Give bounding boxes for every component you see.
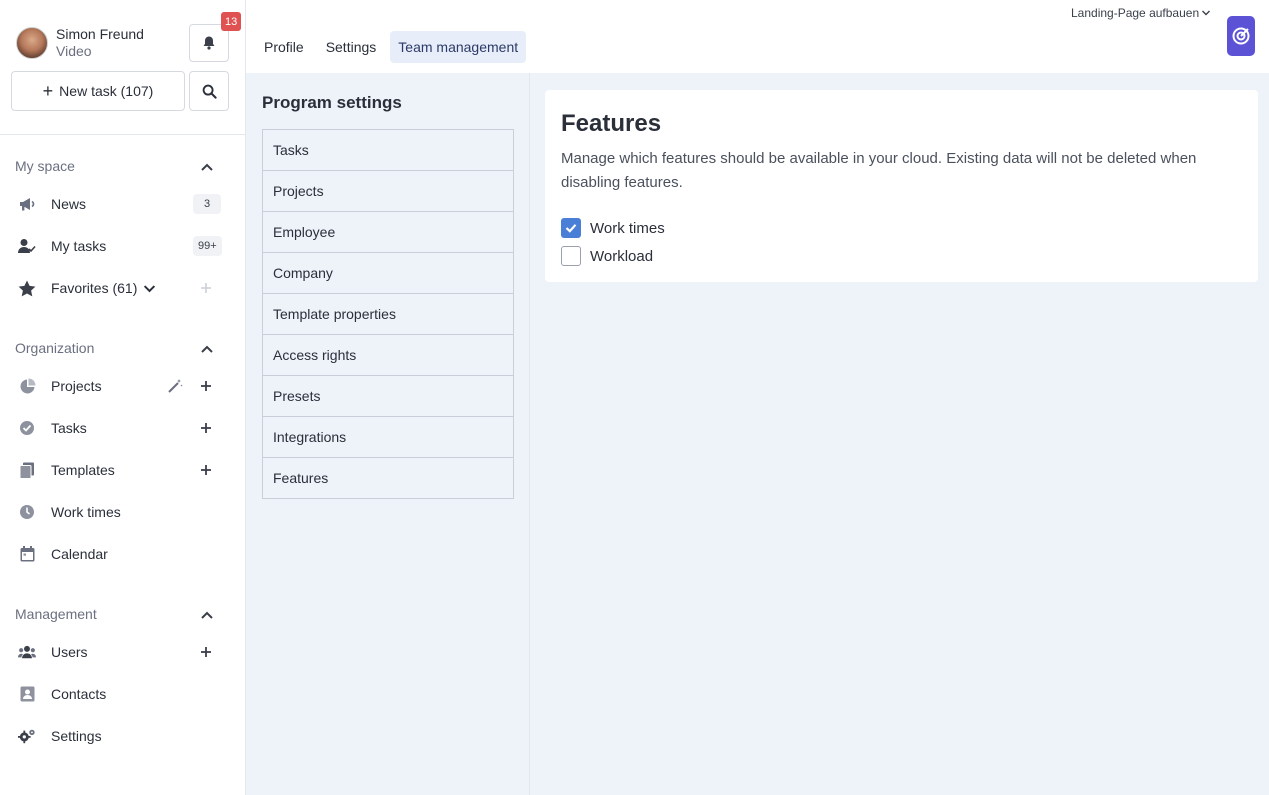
sidebar-item-label: Projects <box>51 378 102 394</box>
user-profile[interactable]: Simon Freund Video <box>16 26 144 60</box>
pie-chart-icon <box>18 377 36 395</box>
feature-option-work-times[interactable]: Work times <box>561 218 665 238</box>
settings-item-projects[interactable]: Projects <box>263 171 513 212</box>
search-icon <box>202 84 217 99</box>
sidebar-item-label: Settings <box>51 728 102 744</box>
sidebar-item-label: Contacts <box>51 686 107 702</box>
workload-label: Workload <box>590 247 654 265</box>
check-circle-icon <box>18 419 36 437</box>
tab-settings[interactable]: Settings <box>318 31 385 63</box>
user-check-icon <box>18 237 36 255</box>
sidebar-item-tasks[interactable]: Tasks <box>0 410 246 446</box>
gears-icon <box>18 727 36 745</box>
sidebar-item-favorites[interactable]: Favorites (61) <box>0 270 246 306</box>
star-icon <box>18 279 36 297</box>
sidebar-item-label: Users <box>51 644 88 660</box>
chevron-down-icon <box>1202 10 1211 16</box>
logo-icon <box>1232 27 1250 45</box>
settings-item-integrations[interactable]: Integrations <box>263 417 513 458</box>
work-times-checkbox[interactable] <box>561 218 581 238</box>
sidebar-item-label: News <box>51 196 87 212</box>
workload-checkbox[interactable] <box>561 246 581 266</box>
main-content: Program settings Tasks Projects Employee… <box>246 73 1269 795</box>
sidebar-item-users[interactable]: Users <box>0 634 246 670</box>
divider <box>0 134 246 135</box>
features-title: Features <box>561 110 662 137</box>
app-logo[interactable] <box>1227 16 1255 56</box>
settings-item-presets[interactable]: Presets <box>263 376 513 417</box>
magic-wand-icon[interactable] <box>167 378 183 394</box>
avatar[interactable] <box>16 27 48 59</box>
chevron-up-icon[interactable] <box>199 159 215 175</box>
settings-item-employee[interactable]: Employee <box>263 212 513 253</box>
sidebar-item-label: Work times <box>51 504 121 520</box>
chevron-up-icon[interactable] <box>199 341 215 357</box>
program-settings-list: Tasks Projects Employee Company Template… <box>262 129 514 499</box>
sidebar-item-settings[interactable]: Settings <box>0 718 246 754</box>
add-user-button[interactable] <box>198 644 214 660</box>
sidebar-item-label: Calendar <box>51 546 108 562</box>
clock-icon <box>18 503 36 521</box>
users-icon <box>18 643 36 661</box>
settings-item-access-rights[interactable]: Access rights <box>263 335 513 376</box>
project-name: Landing-Page aufbauen <box>1071 6 1200 20</box>
new-task-button[interactable]: + New task (107) <box>11 71 185 111</box>
section-title-organization: Organization <box>15 340 95 356</box>
megaphone-icon <box>18 195 36 213</box>
sidebar-item-label: My tasks <box>51 238 107 254</box>
add-task-button[interactable] <box>198 420 214 436</box>
sidebar-item-calendar[interactable]: Calendar <box>0 536 246 572</box>
chevron-down-icon[interactable] <box>143 282 156 295</box>
add-project-button[interactable] <box>198 378 214 394</box>
program-settings-title: Program settings <box>262 93 402 112</box>
section-title-my-space: My space <box>15 158 75 174</box>
features-card: Features Manage which features should be… <box>545 90 1258 282</box>
sidebar-item-contacts[interactable]: Contacts <box>0 676 246 712</box>
sidebar-item-news[interactable]: News 3 <box>0 186 246 222</box>
notification-badge: 13 <box>221 12 242 31</box>
count-badge: 3 <box>193 194 221 214</box>
sidebar-item-label: Favorites (61) <box>51 280 138 296</box>
new-task-label: New task (107) <box>59 83 154 99</box>
copy-icon <box>18 461 36 479</box>
settings-item-tasks[interactable]: Tasks <box>263 130 513 171</box>
sidebar-item-label: Templates <box>51 462 115 478</box>
sidebar: Simon Freund Video 13 + New task (107) M… <box>0 0 246 795</box>
user-subtitle: Video <box>56 43 92 59</box>
plus-icon: + <box>42 81 54 101</box>
tab-profile[interactable]: Profile <box>256 31 312 63</box>
chevron-up-icon[interactable] <box>199 607 215 623</box>
tab-team-management[interactable]: Team management <box>390 31 527 63</box>
contact-card-icon <box>18 685 36 703</box>
program-settings-panel: Program settings Tasks Projects Employee… <box>246 73 530 795</box>
features-description: Manage which features should be availabl… <box>561 150 1197 191</box>
tab-bar: Profile Settings Team management <box>256 31 527 63</box>
count-badge: 99+ <box>193 236 222 256</box>
sidebar-item-templates[interactable]: Templates <box>0 452 246 488</box>
calendar-icon <box>18 545 36 563</box>
user-name: Simon Freund <box>56 26 144 42</box>
search-button[interactable] <box>189 71 229 111</box>
settings-item-company[interactable]: Company <box>263 253 513 294</box>
settings-item-template-properties[interactable]: Template properties <box>263 294 513 335</box>
section-title-management: Management <box>15 606 97 622</box>
settings-item-features[interactable]: Features <box>263 458 513 498</box>
checkmark-icon <box>565 224 577 233</box>
top-bar: Profile Settings Team management Landing… <box>246 0 1269 73</box>
add-template-button[interactable] <box>198 462 214 478</box>
feature-option-workload[interactable]: Workload <box>561 246 653 266</box>
sidebar-item-work-times[interactable]: Work times <box>0 494 246 530</box>
bell-icon <box>203 36 215 50</box>
add-favorite-button[interactable] <box>198 280 214 296</box>
project-selector[interactable]: Landing-Page aufbauen <box>1071 6 1211 20</box>
work-times-label: Work times <box>590 219 665 237</box>
sidebar-item-label: Tasks <box>51 420 87 436</box>
sidebar-item-my-tasks[interactable]: My tasks 99+ <box>0 228 246 264</box>
sidebar-item-projects[interactable]: Projects <box>0 368 246 404</box>
